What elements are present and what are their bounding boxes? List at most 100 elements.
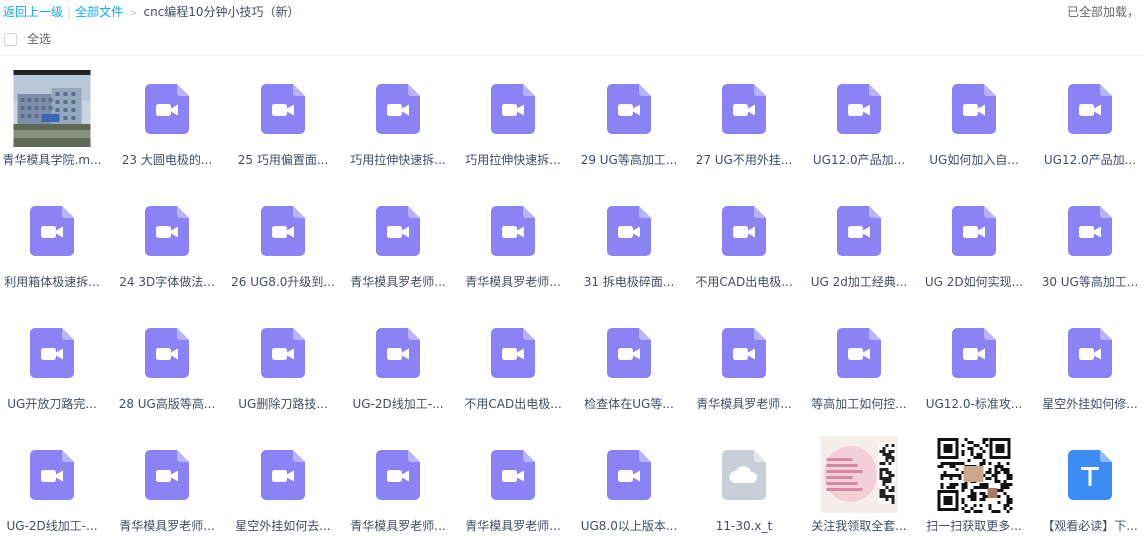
file-item[interactable]: 25 巧用偏置面...: [227, 60, 339, 172]
file-name: 青华模具罗老师...: [696, 397, 792, 411]
file-item[interactable]: 29 UG等高加工...: [573, 60, 685, 172]
cloud-file-icon: [722, 450, 766, 500]
file-item[interactable]: UG8.0以上版本...: [573, 426, 685, 538]
video-file-icon: [145, 84, 189, 134]
file-item[interactable]: UG开放刀路完...: [0, 304, 108, 416]
file-thumbnail: [1051, 70, 1129, 148]
file-thumbnail: [935, 192, 1013, 270]
file-item[interactable]: 27 UG不用外挂...: [688, 60, 800, 172]
file-item[interactable]: 青华模具罗老师...: [342, 426, 454, 538]
file-item[interactable]: 巧用拉伸快速拆...: [342, 60, 454, 172]
file-name: 星空外挂如何修...: [1042, 397, 1138, 411]
file-name: 24 3D字体做法...: [119, 275, 215, 289]
file-name: 31 拆电极碎面...: [583, 275, 675, 289]
file-thumbnail: [474, 70, 552, 148]
file-name: 关注我领取全套...: [811, 519, 907, 533]
video-file-icon: [607, 328, 651, 378]
file-item[interactable]: UG删除刀路技...: [227, 304, 339, 416]
file-name: 27 UG不用外挂...: [695, 153, 793, 167]
file-thumbnail: [128, 70, 206, 148]
file-name: 23 大圆电极的...: [121, 153, 213, 167]
campus-photo-thumbnail: [13, 70, 91, 147]
video-file-icon: [261, 450, 305, 500]
file-thumbnail: [1051, 436, 1129, 514]
file-item[interactable]: 青华模具罗老师...: [457, 182, 569, 294]
file-item[interactable]: 28 UG高版等高...: [111, 304, 223, 416]
file-thumbnail: [590, 70, 668, 148]
file-item[interactable]: 利用箱体极速拆...: [0, 182, 108, 294]
file-name: 28 UG高版等高...: [118, 397, 216, 411]
qr-code-image: [935, 436, 1013, 513]
file-thumbnail: [935, 436, 1013, 514]
file-item[interactable]: 青华模具罗老师...: [688, 304, 800, 416]
video-file-icon: [607, 450, 651, 500]
video-file-icon: [722, 328, 766, 378]
text-document-icon: [1068, 450, 1112, 500]
file-thumbnail: [705, 192, 783, 270]
file-item[interactable]: 星空外挂如何去...: [227, 426, 339, 538]
video-file-icon: [607, 206, 651, 256]
file-item[interactable]: 24 3D字体做法...: [111, 182, 223, 294]
file-item[interactable]: 30 UG等高加工...: [1034, 182, 1143, 294]
file-thumbnail: [359, 436, 437, 514]
file-item[interactable]: 【观看必读】下...: [1034, 426, 1143, 538]
file-item[interactable]: 等高加工如何控...: [803, 304, 915, 416]
file-item[interactable]: 青华模具罗老师...: [457, 426, 569, 538]
file-thumbnail: [359, 70, 437, 148]
file-item[interactable]: 23 大圆电极的...: [111, 60, 223, 172]
file-thumbnail: [820, 436, 898, 514]
file-name: 检查体在UG等...: [584, 397, 674, 411]
file-item[interactable]: 扫一扫获取更多...: [918, 426, 1030, 538]
file-thumbnail: [244, 192, 322, 270]
file-name: UG 2d加工经典...: [810, 275, 908, 289]
file-item[interactable]: UG12.0产品加...: [1034, 60, 1143, 172]
file-thumbnail: [13, 70, 91, 148]
video-file-icon: [30, 450, 74, 500]
file-item[interactable]: 星空外挂如何修...: [1034, 304, 1143, 416]
file-item[interactable]: 26 UG8.0升级到...: [227, 182, 339, 294]
file-item[interactable]: 青华模具罗老师...: [111, 426, 223, 538]
file-name: 【观看必读】下...: [1042, 519, 1138, 533]
file-item[interactable]: 31 拆电极碎面...: [573, 182, 685, 294]
file-item[interactable]: 检查体在UG等...: [573, 304, 685, 416]
file-thumbnail: [359, 314, 437, 392]
file-name: UG-2D线加工-...: [352, 397, 444, 411]
file-name: 巧用拉伸快速拆...: [350, 153, 446, 167]
file-thumbnail: [474, 314, 552, 392]
file-item[interactable]: 不用CAD出电极...: [457, 304, 569, 416]
file-item[interactable]: 巧用拉伸快速拆...: [457, 60, 569, 172]
file-name: UG开放刀路完...: [7, 397, 97, 411]
file-name: UG12.0产品加...: [812, 153, 906, 167]
file-item[interactable]: UG-2D线加工-...: [0, 426, 108, 538]
file-item[interactable]: 11-30.x_t: [688, 426, 800, 538]
file-name: UG-2D线加工-...: [6, 519, 98, 533]
video-file-icon: [722, 206, 766, 256]
file-item[interactable]: UG12.0产品加...: [803, 60, 915, 172]
file-thumbnail: [359, 192, 437, 270]
video-file-icon: [491, 206, 535, 256]
file-name: 青华模具学院.m...: [2, 153, 102, 167]
file-item[interactable]: UG 2D如何实现...: [918, 182, 1030, 294]
file-thumbnail: [474, 436, 552, 514]
file-name: 青华模具罗老师...: [465, 275, 561, 289]
file-item[interactable]: UG 2d加工经典...: [803, 182, 915, 294]
file-item[interactable]: 青华模具学院.m...: [0, 60, 108, 172]
file-item[interactable]: UG-2D线加工-...: [342, 304, 454, 416]
file-name: 青华模具罗老师...: [465, 519, 561, 533]
video-file-icon: [261, 206, 305, 256]
video-file-icon: [261, 84, 305, 134]
file-item[interactable]: UG12.0-标准攻...: [918, 304, 1030, 416]
video-file-icon: [145, 206, 189, 256]
file-thumbnail: [13, 192, 91, 270]
file-item[interactable]: 青华模具罗老师...: [342, 182, 454, 294]
file-thumbnail: [244, 314, 322, 392]
file-item[interactable]: 不用CAD出电极...: [688, 182, 800, 294]
file-item[interactable]: UG如何加入自...: [918, 60, 1030, 172]
file-thumbnail: [820, 70, 898, 148]
video-file-icon: [491, 450, 535, 500]
file-item[interactable]: 关注我领取全套...: [803, 426, 915, 538]
video-file-icon: [1068, 206, 1112, 256]
file-thumbnail: [705, 314, 783, 392]
file-thumbnail: [820, 192, 898, 270]
video-file-icon: [491, 328, 535, 378]
